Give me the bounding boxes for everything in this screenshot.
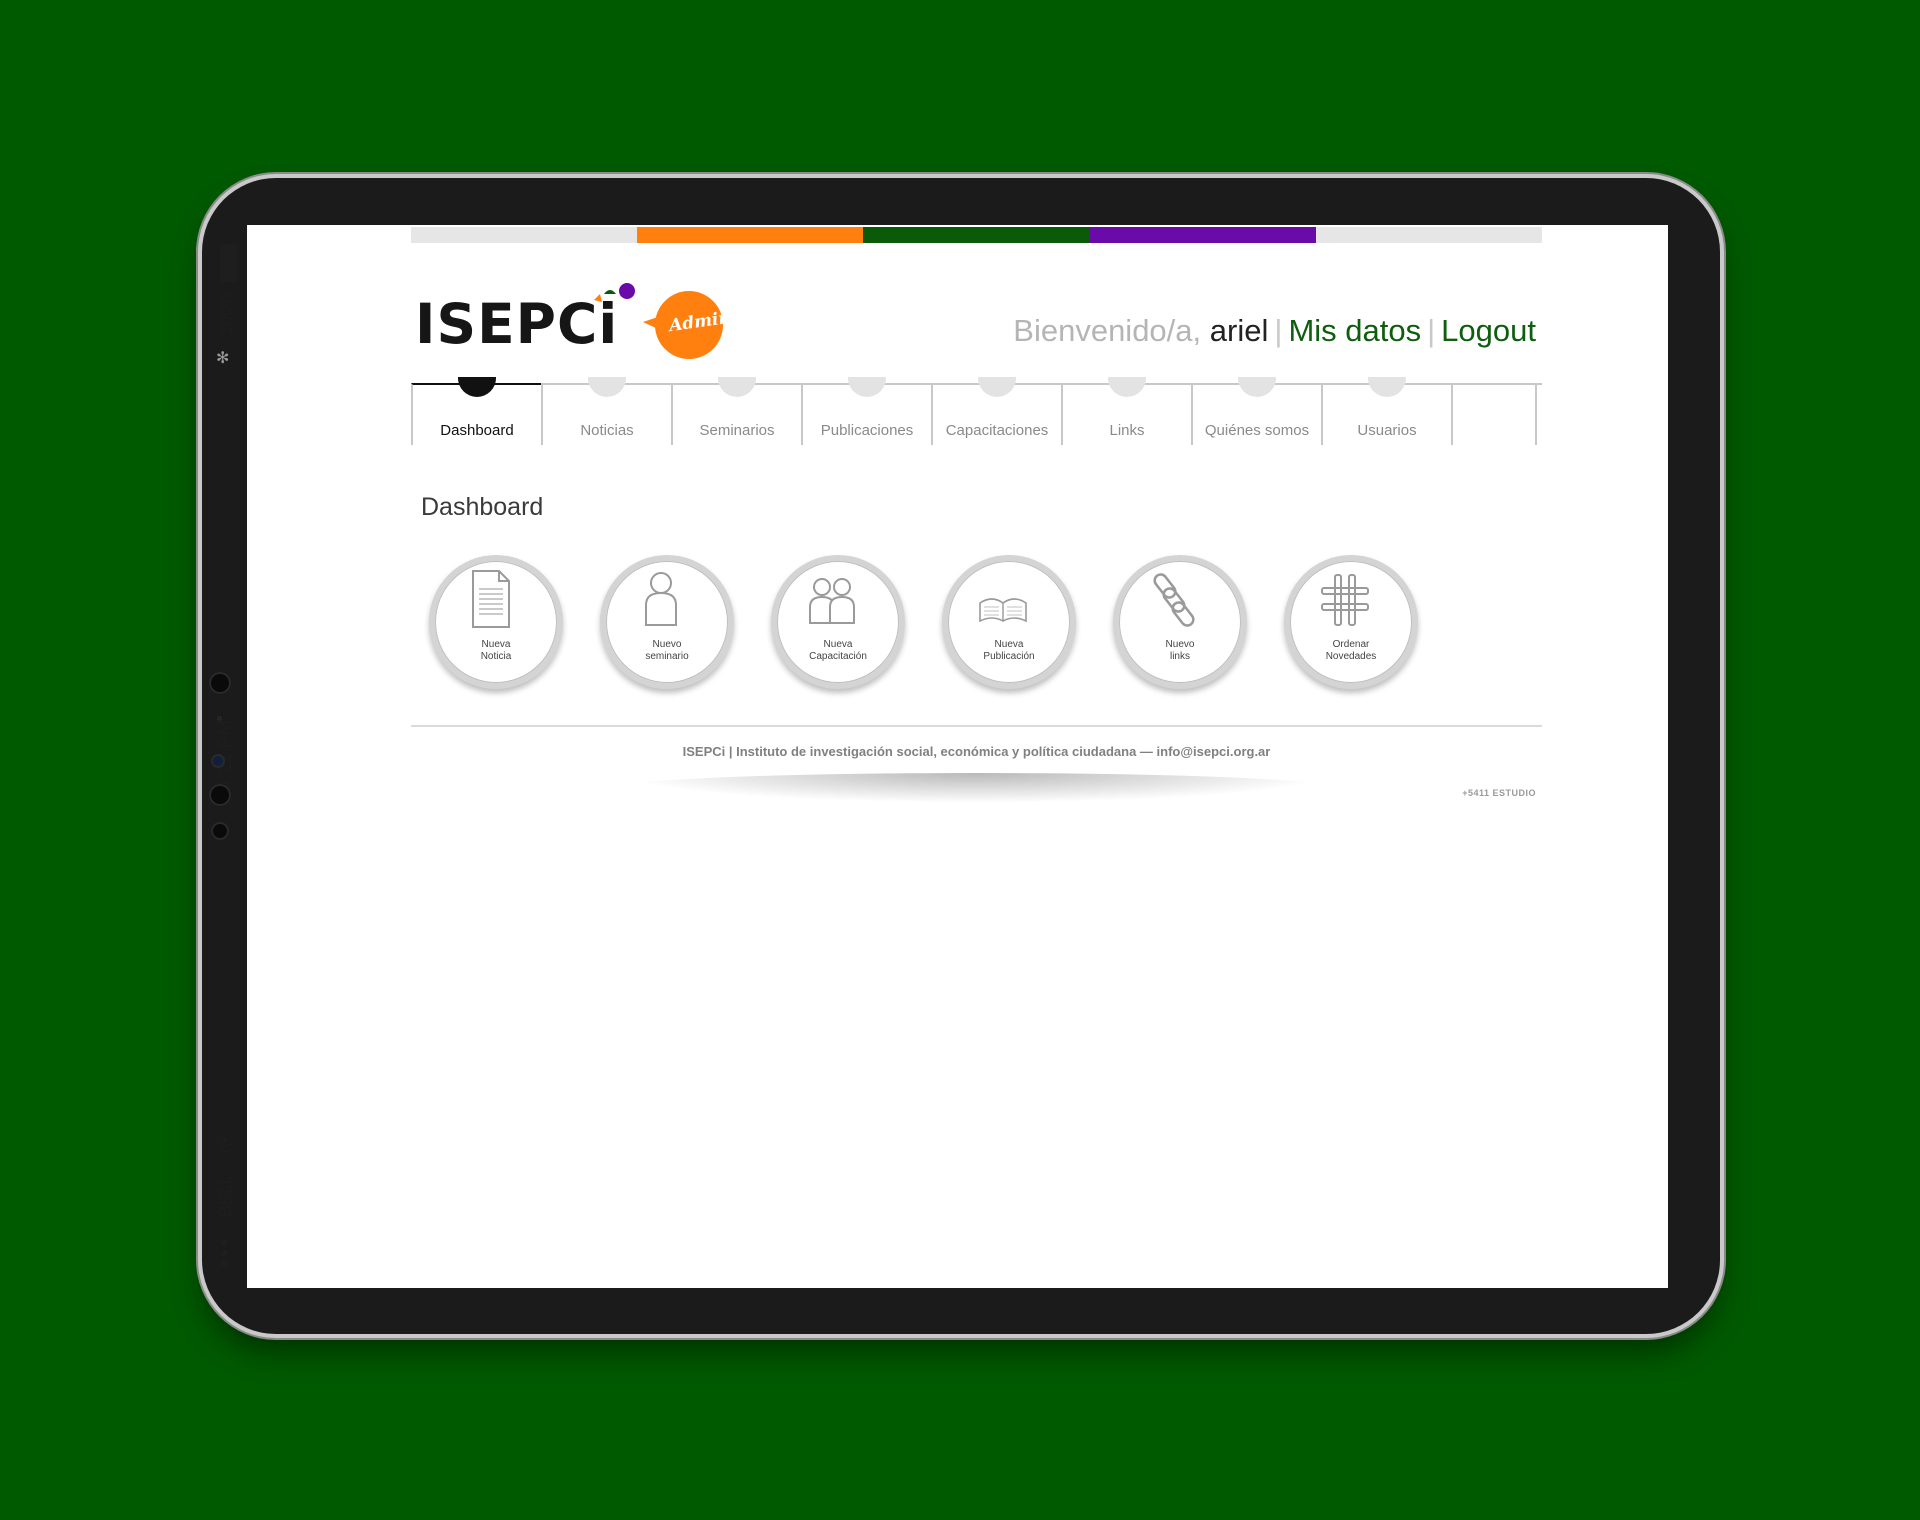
tab-links[interactable]: Links bbox=[1061, 377, 1191, 445]
tab-label: Quiénes somos bbox=[1204, 422, 1310, 439]
battery-percent: 100% bbox=[217, 291, 236, 335]
color-bar-gray-end bbox=[1315, 227, 1543, 243]
document-icon bbox=[472, 570, 510, 628]
isepci-logo[interactable]: ISEPCi Admin bbox=[415, 280, 755, 370]
ir-sensor bbox=[209, 784, 231, 806]
studio-credit[interactable]: +5411 ESTUDIO bbox=[1462, 788, 1536, 798]
tab-label: Usuarios bbox=[1357, 422, 1417, 439]
tile-label: Nueva Publicación bbox=[952, 639, 1066, 663]
user-greeting: Bienvenido/a, ariel | Mis datos | Logout bbox=[1013, 313, 1536, 349]
sort-news-button[interactable]: Ordenar Novedades bbox=[1284, 555, 1418, 689]
new-links-button[interactable]: Nuevo links bbox=[1113, 555, 1247, 689]
tab-seminarios[interactable]: Seminarios bbox=[671, 377, 801, 445]
wifi-icon: ((• bbox=[217, 1136, 235, 1154]
footer-text: ISEPCi | Instituto de investigación soci… bbox=[682, 744, 1271, 759]
tab-usuarios[interactable]: Usuarios bbox=[1321, 377, 1451, 445]
tab-indicator bbox=[848, 377, 886, 397]
tile-label: Nuevo seminario bbox=[610, 639, 724, 663]
new-training-button[interactable]: Nueva Capacitación bbox=[771, 555, 905, 689]
tab-capacitaciones[interactable]: Capacitaciones bbox=[931, 377, 1061, 445]
tab-label: Links bbox=[1109, 422, 1145, 439]
tab-dashboard[interactable]: Dashboard bbox=[411, 377, 541, 445]
tile-label-line1: Nuevo bbox=[652, 639, 682, 650]
logo-text: ISEPCi bbox=[415, 292, 619, 356]
face-sensor bbox=[211, 754, 225, 768]
logout-link[interactable]: Logout bbox=[1441, 313, 1536, 348]
my-data-link[interactable]: Mis datos bbox=[1288, 313, 1421, 348]
tile-label-line2: Publicación bbox=[983, 651, 1035, 662]
new-seminar-button[interactable]: Nuevo seminario bbox=[600, 555, 734, 689]
open-book-icon bbox=[979, 598, 1027, 623]
tab-indicator bbox=[458, 377, 496, 397]
tab-noticias[interactable]: Noticias bbox=[541, 377, 671, 445]
color-bar-green bbox=[863, 227, 1090, 243]
tab-indicator bbox=[1108, 377, 1146, 397]
chain-link-icon bbox=[1153, 573, 1195, 627]
tab-quienes-somos[interactable]: Quiénes somos bbox=[1191, 377, 1321, 445]
color-bar-gray bbox=[411, 227, 638, 243]
battery-icon bbox=[220, 244, 238, 282]
separator: | bbox=[1274, 313, 1283, 348]
tile-label-line1: Nueva bbox=[823, 639, 853, 650]
admin-app: ISEPCi Admin Bienvenido/a, ariel | Mis dat… bbox=[411, 225, 1543, 1288]
sensor-dot bbox=[217, 716, 222, 721]
tab-indicator bbox=[718, 377, 756, 397]
tile-label-line2: seminario bbox=[645, 651, 689, 662]
tab-publicaciones[interactable]: Publicaciones bbox=[801, 377, 931, 445]
tab-label: Publicaciones bbox=[820, 422, 914, 439]
greeting-text: Bienvenido/a, bbox=[1013, 313, 1202, 348]
tile-label-line2: Capacitación bbox=[809, 651, 867, 662]
person-icon bbox=[645, 572, 677, 626]
tile-label: Nueva Capacitación bbox=[781, 639, 895, 663]
hashtag-icon bbox=[1321, 574, 1369, 626]
footer-divider bbox=[411, 725, 1542, 727]
tile-label-line2: links bbox=[1169, 651, 1190, 662]
page-title: Dashboard bbox=[421, 493, 544, 521]
tab-indicator bbox=[1368, 377, 1406, 397]
tab-label: Seminarios bbox=[699, 422, 775, 439]
tile-label-line2: Novedades bbox=[1325, 651, 1377, 662]
tab-indicator bbox=[588, 377, 626, 397]
status-bar: 100% ✻ 4:21 PM ((• BELL ●●●○○ bbox=[202, 178, 248, 1334]
brand-color-bar bbox=[411, 227, 1543, 243]
bluetooth-icon: ✻ bbox=[216, 350, 230, 367]
tile-label-line1: Nuevo bbox=[1165, 639, 1195, 650]
separator-2: | bbox=[1427, 313, 1436, 348]
tile-label: Ordenar Novedades bbox=[1294, 639, 1408, 663]
nav-spacer bbox=[1451, 385, 1537, 445]
new-news-button[interactable]: Nueva Noticia bbox=[429, 555, 563, 689]
tab-label: Noticias bbox=[580, 422, 634, 439]
tile-label: Nueva Noticia bbox=[439, 639, 553, 663]
new-publication-button[interactable]: Nueva Publicación bbox=[942, 555, 1076, 689]
tile-label-line2: Noticia bbox=[480, 651, 512, 662]
screen: ISEPCi Admin Bienvenido/a, ariel | Mis dat… bbox=[247, 225, 1668, 1288]
tile-label: Nuevo links bbox=[1123, 639, 1237, 663]
front-camera bbox=[209, 672, 231, 694]
tab-label: Dashboard bbox=[440, 422, 514, 439]
color-bar-purple bbox=[1089, 227, 1316, 243]
username: ariel bbox=[1209, 313, 1269, 348]
tile-label-line1: Ordenar bbox=[1332, 639, 1370, 650]
group-icon bbox=[809, 578, 855, 624]
footer-shadow bbox=[616, 773, 1336, 803]
tab-indicator bbox=[1238, 377, 1276, 397]
color-bar-orange bbox=[637, 227, 864, 243]
proximity-sensor bbox=[211, 822, 229, 840]
main-nav: Dashboard Noticias Seminarios Publicacio… bbox=[411, 377, 1542, 447]
tab-label: Capacitaciones bbox=[945, 422, 1049, 439]
tile-label-line1: Nueva bbox=[481, 639, 511, 650]
tile-label-line1: Nueva bbox=[994, 639, 1024, 650]
tab-indicator bbox=[978, 377, 1016, 397]
logo-dots-icon bbox=[594, 283, 635, 302]
signal-dots: ●●●○○ bbox=[215, 1217, 233, 1268]
